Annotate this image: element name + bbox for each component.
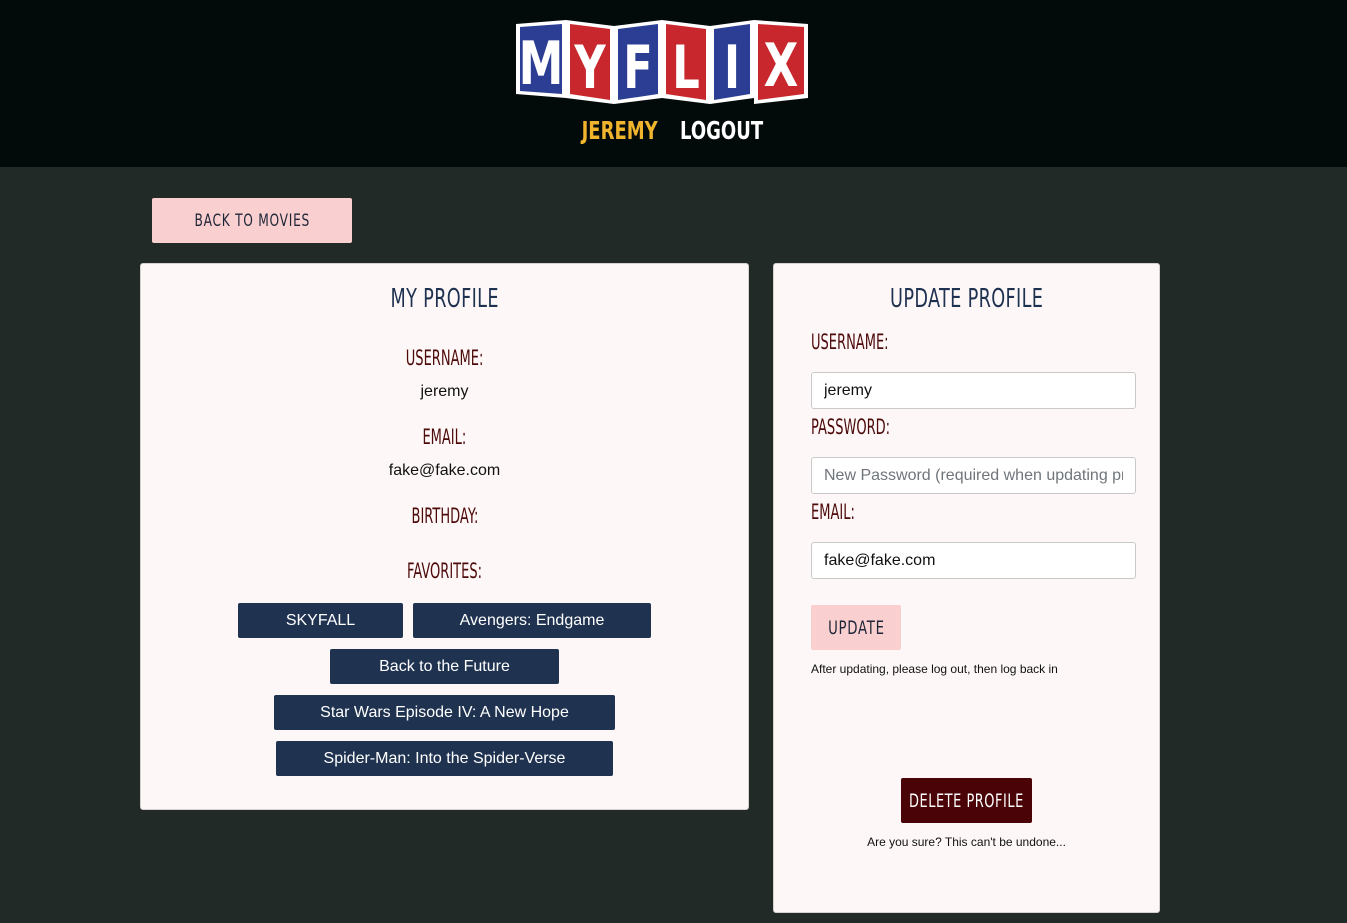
profile-favorites-label: FAVORITES:: [406, 559, 483, 583]
top-nav: JEREMY LOGOUT: [0, 116, 1347, 145]
logo-letter-x: X: [754, 20, 808, 104]
favorite-movie-button[interactable]: Star Wars Episode IV: A New Hope: [274, 695, 615, 730]
username-input[interactable]: [811, 372, 1136, 409]
myflix-logo[interactable]: M Y F L I X: [514, 18, 810, 104]
logo-letter-y: Y: [566, 20, 614, 104]
delete-warning-note: Are you sure? This can't be undone...: [867, 835, 1066, 849]
update-password-label: PASSWORD:: [811, 415, 891, 439]
nav-logout-link[interactable]: LOGOUT: [680, 116, 763, 145]
update-email-label: EMAIL:: [811, 500, 855, 524]
logo-letter-l: L: [662, 20, 710, 104]
update-username-label: USERNAME:: [811, 330, 889, 354]
app-header: M Y F L I X JEREMY LOGOUT: [0, 0, 1347, 167]
nav-username-link[interactable]: JEREMY: [582, 116, 658, 145]
update-profile-title: UPDATE PROFILE: [889, 284, 1044, 314]
profile-birthday-label: BIRTHDAY:: [411, 504, 478, 528]
svg-text:I: I: [724, 33, 740, 103]
back-to-movies-label: BACK TO MOVIES: [194, 210, 310, 231]
profile-email-value: fake@fake.com: [388, 462, 501, 479]
favorites-row: Spider-Man: Into the Spider-Verse: [141, 741, 748, 776]
favorite-movie-button[interactable]: Back to the Future: [330, 649, 559, 684]
profile-username-label: USERNAME:: [405, 346, 484, 370]
delete-profile-label: DELETE PROFILE: [909, 789, 1024, 812]
favorites-row: SKYFALL Avengers: Endgame: [141, 603, 748, 638]
svg-text:M: M: [519, 29, 564, 99]
svg-text:X: X: [764, 31, 799, 101]
logo-letter-m: M: [516, 20, 566, 99]
profile-email-label: EMAIL:: [422, 425, 467, 449]
my-profile-card: MY PROFILE USERNAME: jeremy EMAIL: fake@…: [140, 263, 749, 810]
update-note: After updating, please log out, then log…: [811, 662, 1058, 676]
logo-letter-f: F: [614, 20, 662, 104]
my-profile-title: MY PROFILE: [390, 284, 499, 314]
update-button-label: UPDATE: [827, 616, 885, 639]
svg-text:L: L: [672, 33, 700, 103]
favorite-movie-button[interactable]: Spider-Man: Into the Spider-Verse: [276, 741, 613, 776]
logo-letter-i: I: [710, 20, 754, 104]
profile-username-value: jeremy: [420, 383, 469, 400]
favorite-movie-button[interactable]: SKYFALL: [238, 603, 403, 638]
back-to-movies-button[interactable]: BACK TO MOVIES: [152, 198, 352, 243]
delete-profile-button[interactable]: DELETE PROFILE: [901, 778, 1032, 823]
favorites-row: Back to the Future: [141, 649, 748, 684]
svg-text:F: F: [623, 33, 653, 103]
update-profile-card: UPDATE PROFILE USERNAME: PASSWORD: EMAIL…: [773, 263, 1160, 913]
email-input[interactable]: [811, 542, 1136, 579]
favorite-movie-button[interactable]: Avengers: Endgame: [413, 603, 651, 638]
update-button[interactable]: UPDATE: [811, 605, 901, 650]
favorites-row: Star Wars Episode IV: A New Hope: [141, 695, 748, 730]
password-input[interactable]: [811, 457, 1136, 494]
svg-text:Y: Y: [574, 33, 607, 103]
